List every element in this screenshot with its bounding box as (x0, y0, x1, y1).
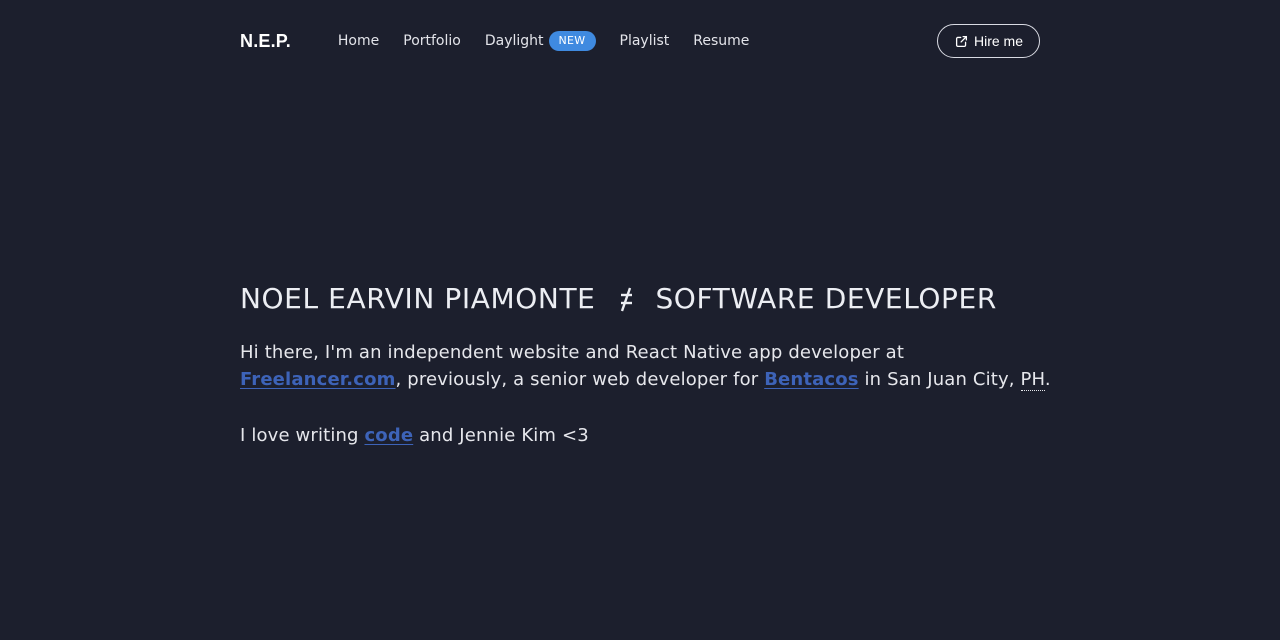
nav-link-label: Playlist (619, 33, 670, 49)
country-abbr: PH (1020, 369, 1045, 391)
freelancer-link[interactable]: Freelancer.com (240, 369, 396, 390)
nav-links: Home Portfolio Daylight NEW Playlist Res… (338, 31, 774, 51)
bio-text: in San Juan City, (858, 369, 1021, 390)
hire-me-button[interactable]: Hire me (936, 24, 1040, 58)
nav-link-label: Resume (693, 33, 750, 49)
nav-link-label: Home (337, 33, 380, 49)
nav-link-label: Daylight (484, 33, 544, 49)
bentacos-link[interactable]: Bentacos (764, 369, 858, 390)
name-text: NOEL EARVIN PIAMONTE (240, 282, 596, 315)
bio-text: . (1044, 369, 1051, 390)
nav-link-daylight[interactable]: Daylight NEW (485, 31, 596, 51)
nav-link-resume[interactable]: Resume (693, 33, 749, 49)
role-text: SOFTWARE DEVELOPER (655, 282, 997, 315)
nav-link-home[interactable]: Home (338, 33, 379, 49)
love-text: I love writing (240, 425, 365, 446)
nav-link-playlist[interactable]: Playlist (620, 33, 670, 49)
new-badge: NEW (548, 31, 596, 51)
top-nav: N.E.P. Home Portfolio Daylight NEW Playl… (240, 24, 1040, 58)
love-paragraph: I love writing code and Jennie Kim <3 (240, 425, 1060, 446)
bio-paragraph: Hi there, I'm an independent website and… (240, 339, 1060, 393)
page-title: NOEL EARVIN PIAMONTE SOFTWARE DEVELOPER (240, 282, 1060, 315)
brand-logo[interactable]: N.E.P. (240, 31, 291, 52)
external-link-icon (955, 35, 968, 47)
bio-text: Hi there, I'm an independent website and… (240, 342, 905, 363)
hero-section: NOEL EARVIN PIAMONTE SOFTWARE DEVELOPER … (240, 282, 1060, 446)
bio-text: , previously, a senior web developer for (395, 369, 765, 390)
code-link[interactable]: code (364, 425, 413, 446)
love-text: and Jennie Kim <3 (413, 425, 589, 446)
hire-me-label: Hire me (973, 33, 1023, 49)
not-equal-icon (621, 287, 633, 311)
nav-link-label: Portfolio (403, 33, 461, 49)
nav-link-portfolio[interactable]: Portfolio (403, 33, 461, 49)
